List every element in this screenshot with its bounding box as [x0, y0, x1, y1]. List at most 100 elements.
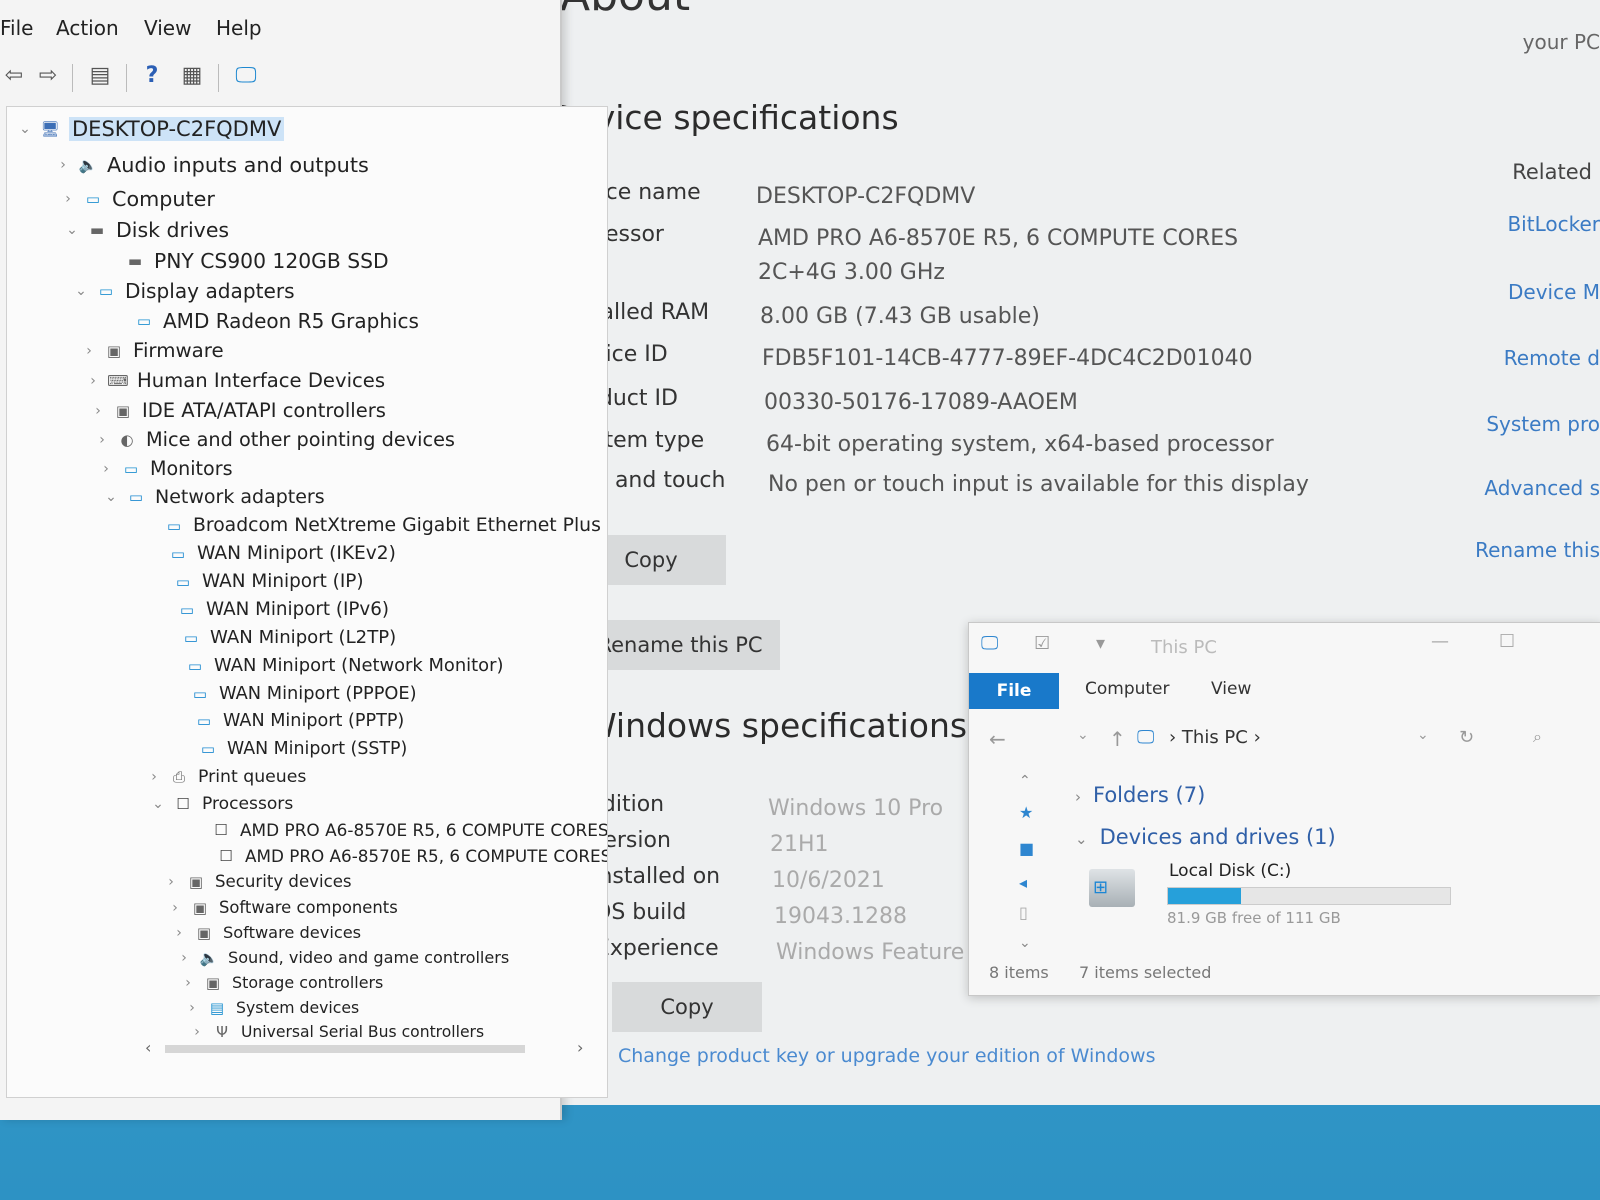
- tree-node[interactable]: ▭ AMD Radeon R5 Graphics: [111, 309, 419, 333]
- tree-node[interactable]: › ▣ Storage controllers: [180, 973, 383, 992]
- scroll-right-icon[interactable]: ›: [577, 1038, 583, 1057]
- chevron-right-icon[interactable]: ›: [171, 925, 187, 941]
- back-arrow-icon[interactable]: ←: [989, 727, 1006, 751]
- chevron-right-icon[interactable]: ›: [60, 191, 76, 207]
- tree-node[interactable]: ▭ WAN Miniport (IPv6): [154, 599, 389, 620]
- search-icon[interactable]: ⌕: [1533, 727, 1542, 747]
- tree-node[interactable]: ⌄ ☐ Processors: [150, 794, 293, 814]
- tree-node[interactable]: › 🔈 Audio inputs and outputs: [55, 153, 369, 177]
- customize-dropdown-icon[interactable]: ▾: [1096, 633, 1105, 654]
- view-icon[interactable]: ▦: [178, 62, 206, 90]
- menu-view[interactable]: View: [144, 16, 191, 40]
- tree-node[interactable]: › ⎙ Print queues: [146, 767, 306, 787]
- chevron-right-icon[interactable]: ›: [94, 432, 110, 448]
- chevron-down-icon[interactable]: ⌄: [103, 489, 119, 505]
- chevron-right-icon[interactable]: ›: [167, 900, 183, 916]
- chevron-down-icon[interactable]: ⌄: [64, 222, 80, 238]
- forward-arrow-icon[interactable]: ⇨: [34, 62, 62, 90]
- tree-node[interactable]: › ⌨ Human Interface Devices: [85, 369, 385, 392]
- chevron-down-icon[interactable]: ⌄: [73, 283, 89, 299]
- tree-node[interactable]: ☐ AMD PRO A6-8570E R5, 6 COMPUTE CORES: [188, 820, 607, 840]
- horizontal-scrollbar[interactable]: ‹ ›: [145, 1038, 585, 1057]
- chevron-right-icon[interactable]: ›: [90, 403, 106, 419]
- tab-computer[interactable]: Computer: [1085, 679, 1170, 699]
- tree-node[interactable]: ▭ WAN Miniport (IP): [150, 571, 364, 592]
- back-arrow-icon[interactable]: ⇦: [0, 62, 28, 90]
- chevron-right-icon[interactable]: ›: [81, 343, 97, 359]
- chevron-up-icon[interactable]: ⌃: [1019, 773, 1031, 789]
- tree-node[interactable]: ▭ Broadcom NetXtreme Gigabit Ethernet Plu…: [141, 515, 601, 536]
- tab-file[interactable]: File: [969, 673, 1059, 709]
- chevron-right-icon[interactable]: ›: [146, 769, 162, 785]
- tree-node[interactable]: › ▣ IDE ATA/ATAPI controllers: [90, 399, 386, 422]
- menu-help[interactable]: Help: [216, 16, 262, 40]
- tree-node[interactable]: ⌄ ▭ Network adapters: [103, 486, 325, 508]
- devices-drives-group[interactable]: ⌄ Devices and drives (1): [1075, 825, 1336, 849]
- tree-node[interactable]: › ▭ Monitors: [98, 457, 232, 480]
- rename-pc-button[interactable]: Rename this PC: [580, 620, 780, 670]
- chevron-down-icon[interactable]: ⌄: [17, 121, 33, 137]
- tree-node[interactable]: › ◐ Mice and other pointing devices: [94, 428, 455, 451]
- help-icon[interactable]: ?: [138, 62, 166, 90]
- chevron-right-icon[interactable]: ›: [176, 950, 192, 966]
- related-link-system-protection[interactable]: System pro: [1486, 412, 1600, 436]
- related-link-bitlocker[interactable]: BitLocker: [1507, 212, 1600, 236]
- menu-file[interactable]: File: [0, 16, 33, 40]
- minimize-icon[interactable]: —: [1431, 631, 1449, 652]
- chevron-right-icon[interactable]: ›: [98, 461, 114, 477]
- tree-node[interactable]: ▭ WAN Miniport (PPPOE): [167, 683, 417, 704]
- related-link-device-manager[interactable]: Device M: [1508, 280, 1600, 304]
- chevron-down-icon[interactable]: ⌄: [150, 796, 166, 812]
- folders-group[interactable]: › Folders (7): [1075, 783, 1205, 807]
- tree-node[interactable]: › ▣ Firmware: [81, 339, 223, 362]
- tree-node[interactable]: › 🔈 Sound, video and game controllers: [176, 948, 509, 967]
- related-link-remote-desktop[interactable]: Remote d: [1504, 346, 1600, 370]
- related-link-advanced-settings[interactable]: Advanced s: [1484, 476, 1600, 500]
- address-path[interactable]: › This PC ›: [1169, 727, 1261, 748]
- tree-node[interactable]: ⌄ ▬ Disk drives: [64, 218, 229, 242]
- onedrive-icon[interactable]: ■: [1019, 839, 1034, 858]
- scroll-left-icon[interactable]: ‹: [145, 1038, 151, 1057]
- network-nav-icon[interactable]: ▯: [1019, 903, 1028, 922]
- tree-node[interactable]: › ▭ Computer: [60, 187, 215, 211]
- scroll-track[interactable]: [165, 1045, 525, 1053]
- tree-node[interactable]: ▭ WAN Miniport (SSTP): [175, 739, 407, 759]
- scan-hardware-icon[interactable]: 🖵: [232, 62, 260, 90]
- local-disk-c-item[interactable]: ⊞ Local Disk (C:) 81.9 GB free of 111 GB: [1089, 861, 1509, 941]
- chevron-down-icon[interactable]: ⌄: [1019, 935, 1031, 951]
- chevron-right-icon[interactable]: ›: [189, 1024, 205, 1040]
- tree-node[interactable]: › ▣ Software components: [167, 898, 398, 917]
- tree-node[interactable]: › Ψ Universal Serial Bus controllers: [189, 1023, 484, 1041]
- tree-node[interactable]: ⌄ 🖥 DESKTOP-C2FQDMV: [17, 117, 285, 141]
- tree-node[interactable]: ▬ PNY CS900 120GB SSD: [102, 249, 389, 273]
- properties-icon[interactable]: ▤: [86, 62, 114, 90]
- copy-windows-specs-button[interactable]: Copy: [612, 982, 762, 1032]
- quick-access-star-icon[interactable]: ★: [1019, 803, 1033, 822]
- tree-node[interactable]: › ▣ Security devices: [163, 872, 351, 891]
- properties-check-icon[interactable]: ☑: [1034, 633, 1050, 654]
- chevron-right-icon[interactable]: ›: [85, 373, 101, 389]
- address-path-this-pc[interactable]: This PC: [1182, 727, 1248, 748]
- tree-node[interactable]: ▭ WAN Miniport (L2TP): [158, 627, 396, 648]
- chevron-right-icon[interactable]: ›: [55, 157, 71, 173]
- related-link-rename-pc[interactable]: Rename this: [1475, 538, 1600, 562]
- tree-node[interactable]: ▭ WAN Miniport (PPTP): [171, 711, 404, 731]
- tree-node[interactable]: › ▤ System devices: [184, 998, 359, 1017]
- chevron-right-icon[interactable]: ›: [184, 1000, 200, 1016]
- up-arrow-icon[interactable]: ↑: [1109, 727, 1126, 751]
- chevron-right-icon[interactable]: ›: [163, 874, 179, 890]
- tree-node[interactable]: › ▣ Software devices: [171, 923, 361, 942]
- tree-node[interactable]: ▭ WAN Miniport (Network Monitor): [162, 655, 504, 676]
- refresh-icon[interactable]: ↻: [1459, 727, 1474, 748]
- recent-dropdown-icon[interactable]: ⌄: [1077, 727, 1089, 743]
- this-pc-nav-icon[interactable]: ◂: [1019, 873, 1027, 892]
- change-product-key-link[interactable]: Change product key or upgrade your editi…: [618, 1045, 1155, 1067]
- chevron-right-icon[interactable]: ›: [180, 975, 196, 991]
- menu-action[interactable]: Action: [56, 16, 119, 40]
- tab-view[interactable]: View: [1211, 679, 1251, 699]
- tree-node[interactable]: ☐ AMD PRO A6-8570E R5, 6 COMPUTE CORES: [193, 846, 607, 866]
- address-dropdown-icon[interactable]: ⌄: [1417, 727, 1429, 743]
- tree-node[interactable]: ▭ WAN Miniport (IKEv2): [145, 543, 396, 564]
- maximize-icon[interactable]: ☐: [1499, 631, 1515, 652]
- tree-node[interactable]: ⌄ ▭ Display adapters: [73, 279, 294, 303]
